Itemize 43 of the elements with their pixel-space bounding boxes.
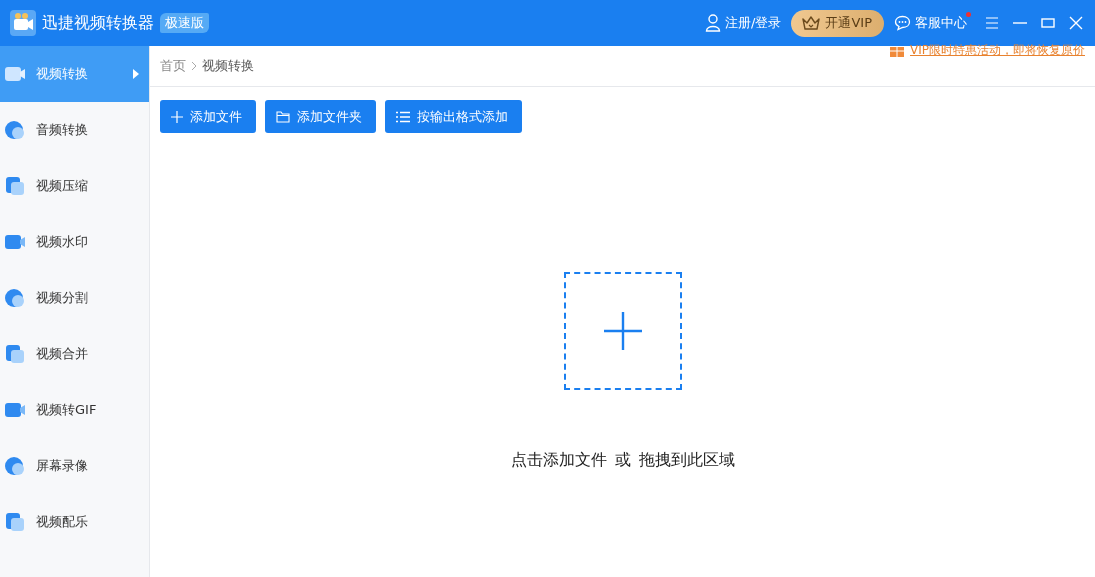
plus-icon bbox=[171, 110, 183, 123]
tile-icon bbox=[4, 455, 26, 477]
support-button[interactable]: 客服中心 bbox=[894, 14, 971, 32]
sidebar-item[interactable]: 视频水印 bbox=[0, 214, 149, 270]
user-icon bbox=[705, 14, 722, 32]
dropzone-hint: 点击添加文件 bbox=[510, 450, 607, 471]
breadcrumb-link[interactable]: 首页 bbox=[160, 57, 186, 75]
dropzone-hint: 或 bbox=[614, 450, 631, 471]
login-button[interactable]: 注册/登录 bbox=[705, 14, 782, 32]
promo-link[interactable]: VIP限时特惠活动，即将恢复原价 bbox=[910, 42, 1085, 59]
app-logo-icon bbox=[10, 10, 36, 36]
sidebar-item[interactable]: 视频转GIF bbox=[0, 382, 149, 438]
dropzone-hint: 拖拽到此区域 bbox=[638, 450, 735, 471]
crown-icon bbox=[801, 15, 822, 31]
breadcrumb-current: 视频转换 bbox=[202, 57, 254, 75]
sidebar-item[interactable]: 屏幕录像 bbox=[0, 438, 149, 494]
edition-badge: 极速版 bbox=[160, 13, 209, 33]
caret-icon bbox=[133, 69, 139, 79]
gift-icon bbox=[890, 44, 904, 57]
sidebar-item[interactable]: 视频压缩 bbox=[0, 158, 149, 214]
tile-icon bbox=[4, 511, 26, 533]
list-icon bbox=[396, 110, 410, 123]
chevron-icon bbox=[191, 61, 197, 71]
menu-icon[interactable] bbox=[985, 16, 999, 30]
tile-icon bbox=[4, 175, 26, 197]
sidebar-item[interactable]: 音频转换 bbox=[0, 102, 149, 158]
close-icon[interactable] bbox=[1069, 16, 1083, 30]
plus-icon bbox=[603, 312, 642, 350]
tile-icon bbox=[4, 343, 26, 365]
folder-icon bbox=[276, 110, 290, 123]
maximize-icon[interactable] bbox=[1041, 16, 1055, 30]
vip-button[interactable]: 开通VIP bbox=[791, 9, 884, 37]
add-button[interactable]: 添加文件夹 bbox=[265, 100, 376, 133]
add-button[interactable]: 添加文件 bbox=[160, 100, 256, 133]
window-title: 迅捷视频转换器 bbox=[42, 12, 154, 34]
chat-bubble-icon bbox=[894, 15, 911, 31]
sidebar-item[interactable]: 视频配乐 bbox=[0, 494, 149, 550]
sidebar-item[interactable]: 视频分割 bbox=[0, 270, 149, 326]
add-file-dropzone[interactable] bbox=[563, 272, 682, 390]
sidebar-item[interactable]: 视频合并 bbox=[0, 326, 149, 382]
tile-icon bbox=[4, 287, 26, 309]
add-button[interactable]: 按输出格式添加 bbox=[385, 100, 522, 133]
tile-icon bbox=[4, 119, 26, 141]
